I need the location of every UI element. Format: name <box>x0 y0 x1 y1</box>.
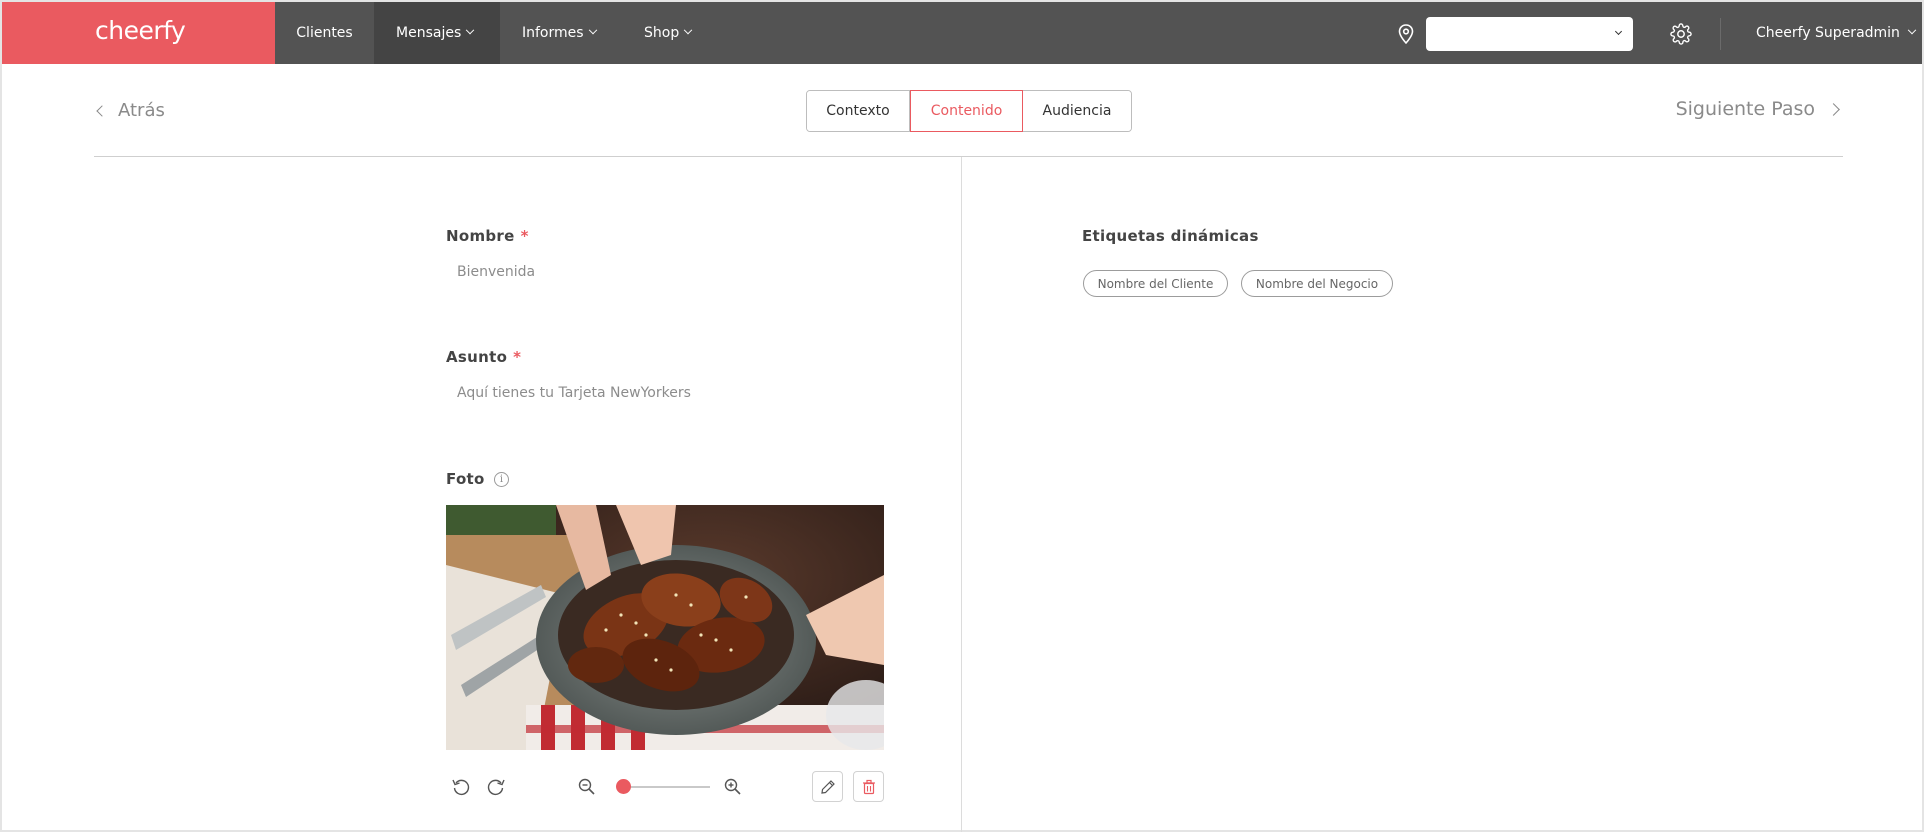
nombre-label-text: Nombre <box>446 227 515 245</box>
delete-photo-button[interactable] <box>853 771 884 802</box>
nav-item-clientes[interactable]: Clientes <box>275 2 374 64</box>
header-divider <box>94 156 1843 157</box>
zoom-in-icon[interactable] <box>722 776 744 798</box>
nombre-label: Nombre * <box>446 227 529 245</box>
edit-photo-button[interactable] <box>812 771 843 802</box>
back-button[interactable]: Atrás <box>96 100 165 121</box>
photo-preview[interactable] <box>446 505 884 750</box>
food-photo <box>446 505 884 750</box>
logo-text: cheerfy <box>95 16 186 45</box>
chevron-down-icon <box>683 25 693 35</box>
info-icon[interactable]: i <box>494 472 509 487</box>
nav-item-shop[interactable]: Shop <box>622 2 722 64</box>
pencil-icon <box>821 780 835 794</box>
store-select[interactable] <box>1426 17 1633 51</box>
nav-item-label: Shop <box>644 25 680 41</box>
tab-contenido[interactable]: Contenido <box>910 90 1023 132</box>
nav-item-informes[interactable]: Informes <box>500 2 622 64</box>
asunto-label-text: Asunto <box>446 348 508 366</box>
back-label: Atrás <box>118 100 165 121</box>
asunto-label: Asunto * <box>446 348 521 366</box>
chevron-right-icon <box>1827 102 1840 116</box>
required-mark: * <box>513 348 522 366</box>
nav-item-mensajes[interactable]: Mensajes <box>374 2 500 64</box>
rotate-left-icon[interactable] <box>450 776 472 798</box>
user-menu[interactable]: Cheerfy Superadmin <box>1756 2 1917 64</box>
gear-icon[interactable] <box>1670 23 1692 45</box>
zoom-slider-thumb[interactable] <box>615 779 631 794</box>
nav-item-label: Informes <box>522 25 584 41</box>
tag-chip-nombre-cliente[interactable]: Nombre del Cliente <box>1083 270 1228 297</box>
trash-icon <box>863 779 875 795</box>
nav-divider <box>1720 18 1721 50</box>
chevron-down-icon <box>1614 27 1623 36</box>
column-divider <box>961 157 962 832</box>
chevron-down-icon <box>1907 25 1917 35</box>
required-mark: * <box>520 227 529 245</box>
rotate-right-icon[interactable] <box>485 776 507 798</box>
chevron-left-icon <box>96 105 108 117</box>
asunto-field[interactable]: Aquí tienes tu Tarjeta NewYorkers <box>457 385 691 401</box>
location-pin-icon <box>1398 24 1414 45</box>
step-tabs: Contexto Contenido Audiencia <box>806 90 1132 132</box>
top-navbar: cheerfy Clientes Mensajes Informes Shop … <box>2 2 1922 64</box>
chevron-down-icon <box>466 25 475 35</box>
nav-item-label: Mensajes <box>396 25 462 41</box>
tab-contexto[interactable]: Contexto <box>807 91 910 131</box>
nav-item-label: Clientes <box>296 25 353 41</box>
tab-audiencia[interactable]: Audiencia <box>1023 91 1131 131</box>
foto-label: Foto <box>446 470 485 488</box>
brand-logo[interactable]: cheerfy <box>2 2 275 64</box>
next-step-label: Siguiente Paso <box>1675 98 1815 120</box>
zoom-slider-track[interactable] <box>618 786 710 788</box>
nombre-field[interactable]: Bienvenida <box>457 264 535 280</box>
user-name: Cheerfy Superadmin <box>1756 25 1900 41</box>
zoom-out-icon[interactable] <box>576 776 598 798</box>
next-step-button[interactable]: Siguiente Paso <box>1675 98 1840 120</box>
dynamic-tags-title: Etiquetas dinámicas <box>1082 227 1259 245</box>
chevron-down-icon <box>588 25 597 35</box>
tag-chip-nombre-negocio[interactable]: Nombre del Negocio <box>1241 270 1393 297</box>
